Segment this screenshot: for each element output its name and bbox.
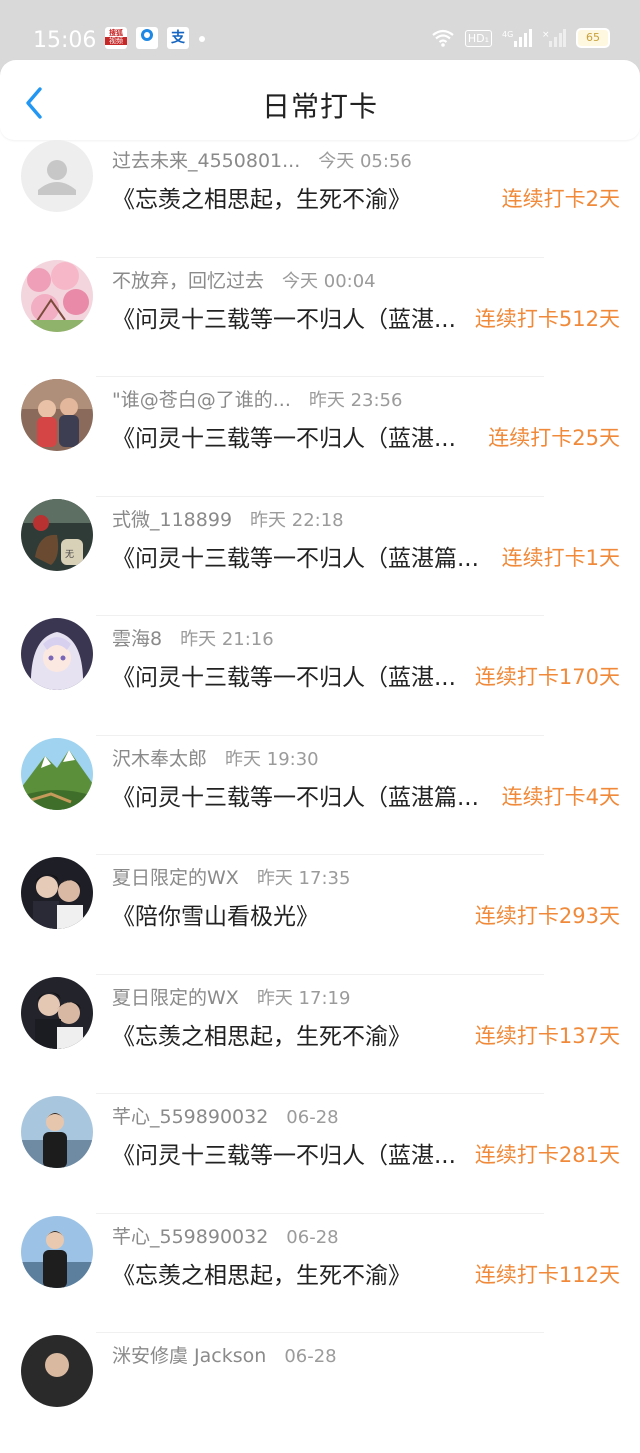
user-name[interactable]: 夏日限定的WX [112, 987, 239, 1009]
story-title[interactable]: 《陪你雪山看极光》 [112, 897, 319, 931]
story-title[interactable]: 《问灵十三载等一不归人（蓝湛篇... [112, 539, 479, 573]
user-name[interactable]: 过去未来_4550801... [112, 150, 300, 172]
user-name[interactable]: 夏日限定的WX [112, 867, 239, 889]
battery-icon: 65 [576, 28, 610, 48]
list-item[interactable]: 不放弃，回忆过去 今天 00:04 《问灵十三载等一不归人（蓝湛... 连续打卡5… [0, 258, 640, 377]
post-time: 昨天 17:19 [256, 987, 351, 1009]
post-time: 今天 05:56 [318, 151, 412, 172]
alipay-app-icon: 支 [167, 27, 189, 49]
default-avatar-icon[interactable] [21, 140, 93, 212]
avatar[interactable] [21, 1335, 93, 1407]
signal-sim2-icon: × [542, 29, 566, 47]
story-title[interactable]: 《忘羡之相思起，生死不渝》 [112, 180, 411, 214]
signal-4g-icon: 4G [502, 29, 532, 47]
list-item[interactable]: 夏日限定的WX 昨天 17:19 《忘羡之相思起，生死不渝》 连续打卡137天 [0, 975, 640, 1094]
list-item[interactable]: 芊心_559890032 06-28 《问灵十三载等一不归人（蓝湛... 连续打卡… [0, 1094, 640, 1214]
streak-label: 连续打卡2天 [501, 187, 620, 211]
streak-label: 连续打卡512天 [474, 306, 620, 331]
user-name[interactable]: 芊心_559890032 [112, 1106, 268, 1128]
list-item[interactable]: 沢木奉太郎 昨天 19:30 《问灵十三载等一不归人（蓝湛篇... 连续打卡4天 [0, 736, 640, 855]
avatar[interactable] [21, 259, 93, 332]
streak-label: 连续打卡112天 [474, 1262, 620, 1287]
post-time: 昨天 17:35 [256, 868, 351, 889]
page-title: 日常打卡 [261, 90, 378, 123]
story-title[interactable]: 《问灵十三载等一不归人（蓝湛篇... [112, 778, 479, 812]
svg-text:×: × [542, 30, 550, 40]
avatar[interactable] [21, 976, 93, 1049]
user-name[interactable]: "谁@苍白@了谁的... [112, 389, 291, 411]
post-time: 昨天 21:16 [180, 629, 274, 650]
list-item[interactable]: 过去未来_4550801... 今天 05:56 《忘羡之相思起，生死不渝》 连续… [0, 138, 640, 258]
streak-label: 连续打卡137天 [474, 1023, 620, 1048]
streak-label: 连续打卡293天 [474, 904, 620, 928]
avatar[interactable] [21, 1096, 93, 1168]
user-name[interactable]: 雲海8 [112, 628, 162, 650]
avatar[interactable] [21, 1215, 93, 1288]
story-title[interactable]: 《问灵十三载等一不归人（蓝湛... [112, 1136, 456, 1170]
post-time: 昨天 22:18 [250, 509, 344, 531]
avatar[interactable] [21, 737, 93, 810]
post-time: 06-28 [284, 1346, 337, 1367]
header-bar: 日常打卡 [0, 60, 640, 140]
svg-text:无: 无 [65, 549, 74, 560]
post-time: 06-28 [286, 1226, 339, 1248]
list-item[interactable]: 雲海8 昨天 21:16 《问灵十三载等一不归人（蓝湛... 连续打卡170天 [0, 616, 640, 736]
post-time: 昨天 19:30 [225, 748, 319, 770]
status-time: 15:06 [33, 28, 97, 53]
streak-label: 连续打卡281天 [474, 1143, 620, 1167]
story-title[interactable]: 《忘羡之相思起，生死不渝》 [112, 1256, 411, 1290]
avatar[interactable]: 无 [21, 498, 93, 571]
wifi-icon [431, 29, 455, 47]
post-time: 昨天 23:56 [308, 390, 403, 411]
user-name[interactable]: 芊心_559890032 [112, 1226, 268, 1248]
avatar[interactable] [21, 618, 93, 690]
user-name[interactable]: 不放弃，回忆过去 [112, 270, 264, 292]
story-title[interactable]: 《忘羡之相思起，生死不渝》 [112, 1017, 411, 1051]
hd-icon: HD₁ [464, 29, 492, 47]
notification-dot-icon [199, 36, 205, 42]
sohu-video-app-icon: 搜狐 视频 [105, 27, 127, 49]
story-title[interactable]: 《问灵十三载等一不归人（蓝湛... [112, 419, 456, 453]
user-name[interactable]: 沢木奉太郎 [112, 748, 207, 770]
story-title[interactable]: 《问灵十三载等一不归人（蓝湛... [112, 658, 456, 692]
story-title[interactable]: 《问灵十三载等一不归人（蓝湛... [112, 300, 456, 334]
streak-label: 连续打卡170天 [474, 665, 620, 689]
streak-label: 连续打卡25天 [488, 426, 620, 450]
streak-label: 连续打卡4天 [501, 784, 620, 809]
list-item[interactable]: 夏日限定的WX 昨天 17:35 《陪你雪山看极光》 连续打卡293天 [0, 855, 640, 975]
user-name[interactable]: 式微_118899 [112, 509, 232, 531]
user-name[interactable]: 洣安修虞 Jackson [112, 1345, 266, 1367]
avatar[interactable] [21, 379, 93, 451]
list-item[interactable]: 芊心_559890032 06-28 《忘羡之相思起，生死不渝》 连续打卡112天 [0, 1214, 640, 1333]
checkin-list: 过去未来_4550801... 今天 05:56 《忘羡之相思起，生死不渝》 连续… [0, 138, 640, 1453]
browser-app-icon [136, 27, 158, 49]
post-time: 06-28 [286, 1107, 339, 1128]
streak-label: 连续打卡1天 [501, 545, 620, 570]
list-item[interactable]: 无 式微_118899 昨天 22:18 《问灵十三载等一不归人（蓝湛篇... 连… [0, 497, 640, 616]
list-item[interactable]: "谁@苍白@了谁的... 昨天 23:56 《问灵十三载等一不归人（蓝湛... 连… [0, 377, 640, 497]
post-time: 今天 00:04 [282, 270, 376, 292]
avatar[interactable] [21, 857, 93, 929]
svg-text:4G: 4G [502, 30, 513, 39]
